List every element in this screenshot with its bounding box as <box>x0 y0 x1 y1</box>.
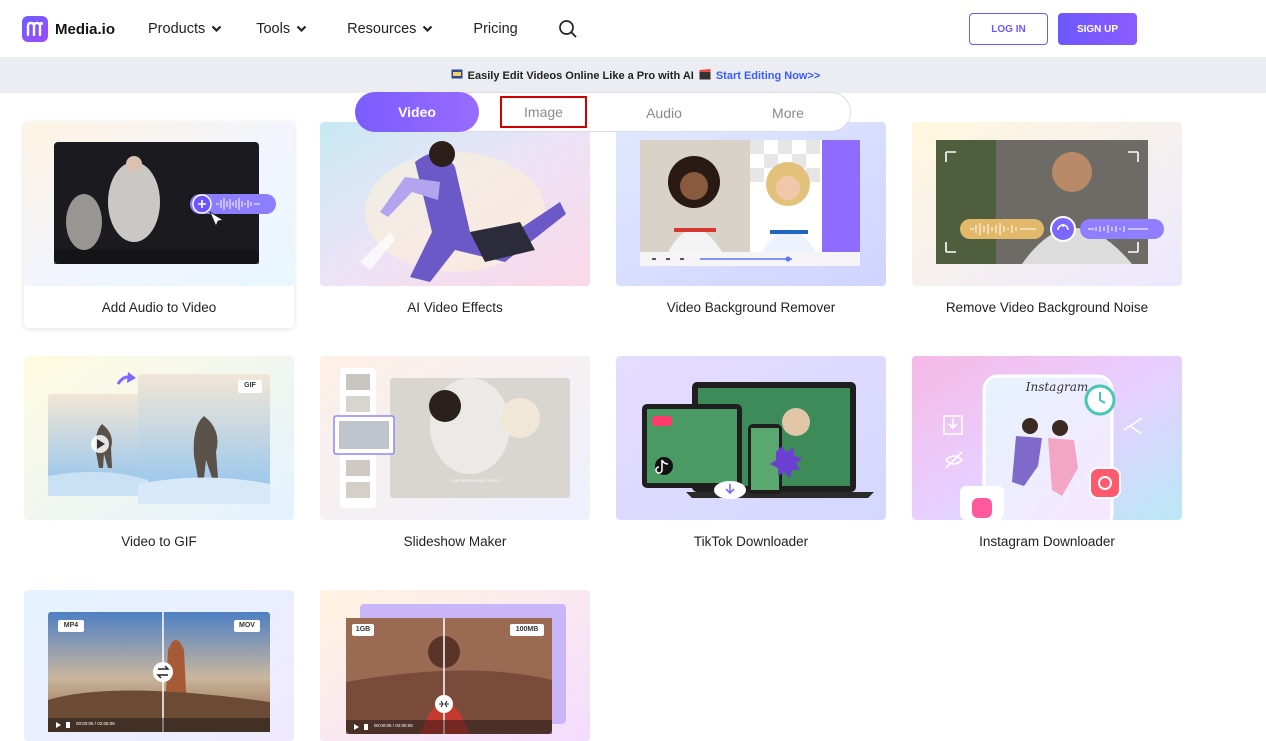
film-strip-icon <box>451 69 463 82</box>
site-header: Media.io Products Tools Resources Pricin… <box>0 0 1266 58</box>
slideshow-caption: OUR WEDDING VIDEO <box>450 478 502 483</box>
card-thumbnail <box>320 122 590 286</box>
media-io-logo-icon <box>22 16 48 42</box>
search-icon[interactable] <box>558 19 578 39</box>
chevron-down-icon <box>422 25 433 33</box>
card-title: AI Video Effects <box>407 300 503 315</box>
start-editing-link[interactable]: Start Editing Now>> <box>716 70 821 82</box>
instagram-caption: Instagram <box>1025 380 1089 394</box>
card-thumbnail: OUR WEDDING VIDEO <box>320 356 590 520</box>
tab-video[interactable]: Video <box>355 92 479 132</box>
card-thumbnail <box>616 122 886 286</box>
card-title: Instagram Downloader <box>979 534 1115 549</box>
chevron-down-icon <box>211 25 222 33</box>
card-title: Add Audio to Video <box>101 300 217 315</box>
gif-badge: GIF <box>244 382 256 389</box>
nav-tools-label: Tools <box>256 21 291 37</box>
nav-pricing-label: Pricing <box>473 21 518 37</box>
card-thumbnail <box>24 122 294 286</box>
card-title: TikTok Downloader <box>693 534 809 549</box>
nav-tools[interactable]: Tools <box>256 21 307 37</box>
banner-text: Easily Edit Videos Online Like a Pro wit… <box>467 69 694 82</box>
nav-resources[interactable]: Resources <box>347 21 433 37</box>
nav-resources-label: Resources <box>347 21 417 37</box>
tab-more[interactable]: More <box>748 93 828 133</box>
size-badge-1gb: 1GB <box>355 626 371 633</box>
card-thumbnail <box>912 122 1182 286</box>
logo-text: Media.io <box>55 20 116 38</box>
clapperboard-icon <box>699 68 711 83</box>
size-badge-100mb: 100MB <box>515 626 539 633</box>
card-title: Video to GIF <box>121 534 197 549</box>
card-title: Slideshow Maker <box>403 534 507 549</box>
format-badge-mp4: MP4 <box>63 622 79 629</box>
promo-banner: Easily Edit Videos Online Like a Pro wit… <box>0 58 1266 93</box>
playback-time: 00:00:05 / 02:05:06 <box>374 723 413 728</box>
nav-products[interactable]: Products <box>148 21 222 37</box>
card-thumbnail: 1GB 100MB 00:00:05 / 02:05:06 <box>320 590 590 741</box>
tab-image[interactable]: Image <box>500 96 587 128</box>
tool-card-add-audio-to-video[interactable]: Add Audio to Video <box>24 122 294 328</box>
signup-button[interactable]: SIGN UP <box>1058 13 1137 45</box>
playback-time: 00:00:05 / 02:05:06 <box>76 721 115 726</box>
nav-pricing[interactable]: Pricing <box>473 21 517 37</box>
logo[interactable]: Media.io <box>22 16 115 42</box>
card-title: Video Background Remover <box>666 300 836 315</box>
nav-products-label: Products <box>148 21 206 37</box>
card-thumbnail: Instagram <box>912 356 1182 520</box>
login-button[interactable]: LOG IN <box>969 13 1048 45</box>
card-title: Remove Video Background Noise <box>945 300 1149 315</box>
chevron-down-icon <box>296 25 307 33</box>
card-thumbnail: MP4 MOV 00:00:05 / 02:05:06 <box>24 590 294 741</box>
main-nav: Products Tools Resources Pricing <box>148 19 578 39</box>
format-badge-mov: MOV <box>239 622 255 629</box>
card-thumbnail <box>616 356 886 520</box>
tab-audio[interactable]: Audio <box>624 93 704 133</box>
category-tabs: Video Image Audio More <box>355 92 851 132</box>
card-thumbnail: GIF <box>24 356 294 520</box>
